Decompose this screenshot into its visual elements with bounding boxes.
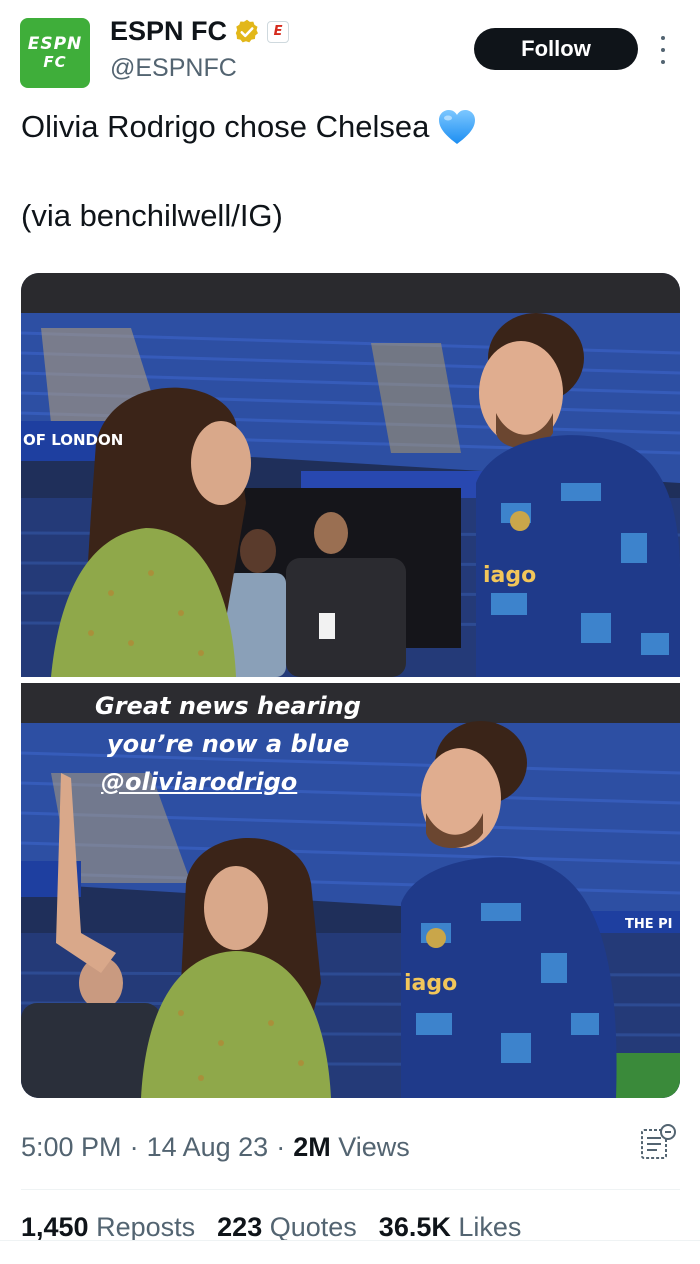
avatar[interactable]: ESPN FC [20,18,90,88]
likes-count: 36.5K [378,1212,451,1242]
divider [21,1189,680,1190]
bottom-cutoff [0,1240,700,1264]
tweet-header: ESPN FC ESPN FC E @ESPNFC Follow [0,0,700,100]
meta-separator: · [129,1132,139,1162]
caption-mention: @oliviarodrigo [101,768,298,796]
story-caption: Great news hearing you’re now a blue @ol… [95,687,415,801]
more-vertical-icon[interactable] [656,36,670,64]
reposts-count: 1,450 [21,1212,89,1242]
views: 2M Views [293,1132,410,1163]
likes-label: Likes [458,1212,522,1242]
stadium-signage-2: THE PI [625,917,673,932]
shirt-sponsor-text-2: iago [404,971,458,996]
photo-2[interactable]: Great news hearing you’re now a blue @ol… [21,683,680,1098]
tweet-media[interactable]: OF LONDON iago Great news hearing you’re… [21,273,680,1098]
follow-button[interactable]: Follow [474,28,638,70]
meta-separator: · [276,1132,286,1162]
quotes-count: 223 [217,1212,263,1242]
views-label: Views [338,1132,410,1162]
quotes-stat[interactable]: 223 Quotes [217,1212,357,1243]
verified-badge-icon [235,19,258,42]
quotes-label: Quotes [269,1212,357,1242]
avatar-text-line1: ESPN [27,34,83,54]
analytics-icon[interactable] [638,1122,680,1164]
shirt-sponsor-text: iago [483,563,537,588]
tweet-meta: 5:00 PM · 14 Aug 23 · 2M Views [21,1132,410,1163]
tweet-time[interactable]: 5:00 PM [21,1132,122,1163]
views-count: 2M [293,1132,331,1162]
name-row: ESPN FC E [110,16,290,47]
blue-heart-icon [439,110,476,144]
reposts-stat[interactable]: 1,450 Reposts [21,1212,195,1243]
caption-line2: you’re now a blue [107,730,350,758]
avatar-text-line2: FC [43,53,67,71]
display-name[interactable]: ESPN FC [110,16,227,47]
caption-line1: Great news hearing [95,692,361,720]
affiliate-badge-label: E [273,24,283,39]
stadium-signage: OF LONDON [23,431,124,449]
reposts-label: Reposts [96,1212,196,1242]
likes-stat[interactable]: 36.5K Likes [379,1212,522,1243]
tweet-body-text: Olivia Rodrigo chose Chelsea [21,109,430,144]
engagement-stats: 1,450 Reposts 223 Quotes 36.5K Likes [21,1212,521,1243]
affiliate-badge[interactable]: E [267,20,290,43]
tweet-text-line1: Olivia Rodrigo chose Chelsea [21,108,477,146]
photo-1[interactable]: OF LONDON iago [21,273,680,677]
account-handle[interactable]: @ESPNFC [110,54,237,83]
tweet-text-line2: (via benchilwell/IG) [21,198,283,233]
tweet-date[interactable]: 14 Aug 23 [147,1132,269,1163]
